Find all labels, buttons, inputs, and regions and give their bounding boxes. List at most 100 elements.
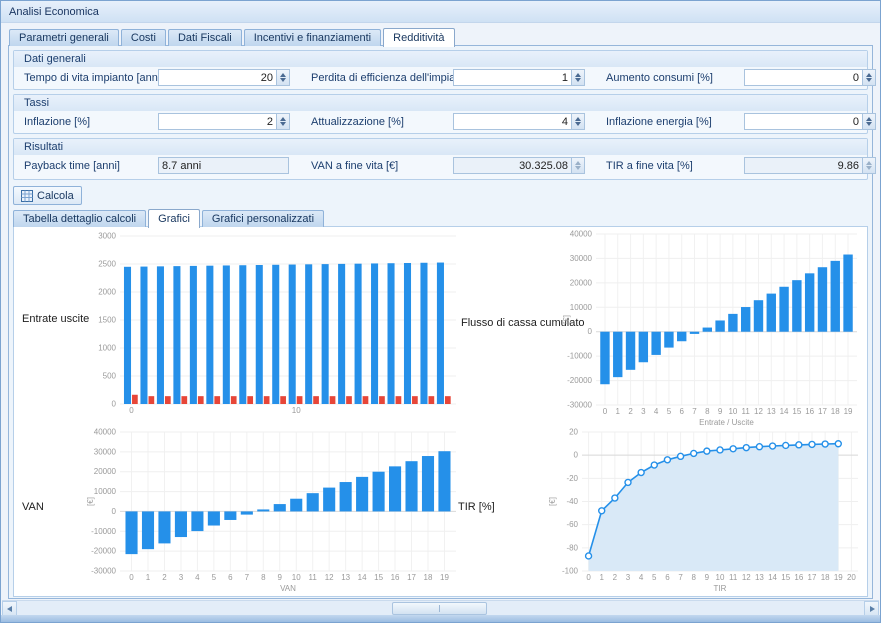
perdita-efficienza-spinner[interactable] [572, 69, 585, 86]
svg-text:3000: 3000 [98, 232, 116, 241]
chart-van-label: VAN [22, 501, 44, 513]
chart-entrate-uscite: 050010001500200025003000010 [84, 229, 464, 419]
svg-text:15: 15 [792, 407, 801, 416]
inflazione-label: Inflazione [%] [24, 116, 90, 128]
svg-text:-10000: -10000 [567, 352, 592, 361]
svg-text:TIR: TIR [714, 584, 727, 593]
svg-text:5: 5 [667, 407, 672, 416]
svg-text:-20: -20 [566, 474, 578, 483]
group-tassi: Tassi Inflazione [%] Attualizzazione [%]… [13, 94, 868, 134]
aumento-consumi-spinner[interactable] [863, 69, 876, 86]
svg-text:12: 12 [325, 573, 334, 582]
app-window: Analisi Economica Parametri generali Cos… [0, 0, 881, 623]
tab-grafici-personalizzati[interactable]: Grafici personalizzati [202, 210, 324, 227]
group-risultati: Risultati Payback time [anni] VAN a fine… [13, 138, 868, 180]
attualizzazione-spinner[interactable] [572, 113, 585, 130]
svg-text:3: 3 [626, 573, 631, 582]
perdita-efficienza-input[interactable] [453, 69, 572, 86]
calcola-icon [21, 190, 33, 202]
tab-grafici[interactable]: Grafici [148, 209, 200, 228]
svg-text:-20000: -20000 [91, 547, 116, 556]
svg-text:20: 20 [847, 573, 856, 582]
scroll-left-arrow-icon[interactable] [2, 601, 17, 616]
svg-text:13: 13 [755, 573, 764, 582]
svg-text:-30000: -30000 [91, 567, 116, 576]
svg-text:14: 14 [358, 573, 367, 582]
tab-redditivita[interactable]: Redditività [383, 28, 454, 47]
svg-text:17: 17 [818, 407, 827, 416]
svg-text:14: 14 [780, 407, 789, 416]
tempo-vita-input[interactable] [158, 69, 277, 86]
svg-text:VAN: VAN [280, 584, 296, 593]
svg-text:8: 8 [691, 573, 696, 582]
tir-fine-vita-label: TIR a fine vita [%] [606, 160, 693, 172]
svg-text:1500: 1500 [98, 316, 116, 325]
horizontal-scrollbar[interactable] [2, 600, 879, 615]
scrollbar-thumb[interactable] [392, 602, 487, 615]
svg-text:19: 19 [834, 573, 843, 582]
tempo-vita-spinner[interactable] [277, 69, 290, 86]
svg-text:16: 16 [391, 573, 400, 582]
van-fine-vita-label: VAN a fine vita [€] [311, 160, 398, 172]
charts-panel: Entrate uscite Flusso di cassa cumulato … [13, 226, 868, 597]
svg-text:10000: 10000 [94, 487, 117, 496]
tir-fine-vita-spinner [863, 157, 876, 174]
svg-text:13: 13 [341, 573, 350, 582]
svg-text:11: 11 [742, 407, 751, 416]
tempo-vita-label: Tempo di vita impianto [anni] [24, 72, 163, 84]
svg-text:12: 12 [754, 407, 763, 416]
svg-text:[€]: [€] [86, 497, 95, 506]
svg-text:11: 11 [309, 573, 318, 582]
svg-text:0: 0 [588, 327, 593, 336]
svg-text:-10000: -10000 [91, 527, 116, 536]
tab-parametri-generali[interactable]: Parametri generali [9, 29, 119, 46]
chart-van: -30000-20000-100000100002000030000400000… [84, 425, 464, 593]
svg-text:18: 18 [831, 407, 840, 416]
chart-entrate-uscite-label: Entrate uscite [22, 313, 89, 325]
svg-text:20000: 20000 [94, 467, 117, 476]
scroll-right-arrow-icon[interactable] [864, 601, 879, 616]
svg-text:4: 4 [195, 573, 200, 582]
svg-text:0: 0 [586, 573, 591, 582]
svg-text:0: 0 [129, 573, 134, 582]
svg-text:8: 8 [261, 573, 266, 582]
group-tassi-title: Tassi [14, 95, 867, 111]
svg-text:2500: 2500 [98, 260, 116, 269]
svg-text:15: 15 [781, 573, 790, 582]
svg-text:5: 5 [652, 573, 657, 582]
group-dati-generali-title: Dati generali [14, 51, 867, 67]
svg-text:16: 16 [805, 407, 814, 416]
svg-text:-80: -80 [566, 543, 578, 552]
window-bottom-edge [1, 615, 880, 622]
inflazione-input[interactable] [158, 113, 277, 130]
tab-costi[interactable]: Costi [121, 29, 166, 46]
inflazione-energia-input[interactable] [744, 113, 863, 130]
svg-text:10: 10 [728, 407, 737, 416]
svg-text:7: 7 [692, 407, 697, 416]
svg-text:10: 10 [292, 573, 301, 582]
svg-text:6: 6 [665, 573, 670, 582]
svg-text:0: 0 [129, 406, 134, 415]
svg-text:7: 7 [678, 573, 683, 582]
calcola-button[interactable]: Calcola [13, 186, 82, 205]
svg-text:3: 3 [641, 407, 646, 416]
tab-incentivi-finanziamenti[interactable]: Incentivi e finanziamenti [244, 29, 381, 46]
svg-text:9: 9 [278, 573, 283, 582]
tab-dati-fiscali[interactable]: Dati Fiscali [168, 29, 242, 46]
svg-text:1000: 1000 [98, 344, 116, 353]
svg-text:2: 2 [628, 407, 633, 416]
tab-tabella-dettaglio-calcoli[interactable]: Tabella dettaglio calcoli [13, 210, 146, 227]
svg-text:1: 1 [599, 573, 604, 582]
inflazione-energia-spinner[interactable] [863, 113, 876, 130]
svg-text:0: 0 [112, 400, 117, 409]
group-dati-generali: Dati generali Tempo di vita impianto [an… [13, 50, 868, 90]
svg-text:40000: 40000 [94, 428, 117, 437]
inflazione-spinner[interactable] [277, 113, 290, 130]
aumento-consumi-input[interactable] [744, 69, 863, 86]
chart-tir: -100-80-60-40-20020012345678910111213141… [546, 425, 866, 593]
svg-text:10: 10 [292, 406, 301, 415]
tir-fine-vita-value [744, 157, 863, 174]
attualizzazione-input[interactable] [453, 113, 572, 130]
svg-text:4: 4 [639, 573, 644, 582]
payback-label: Payback time [anni] [24, 160, 120, 172]
